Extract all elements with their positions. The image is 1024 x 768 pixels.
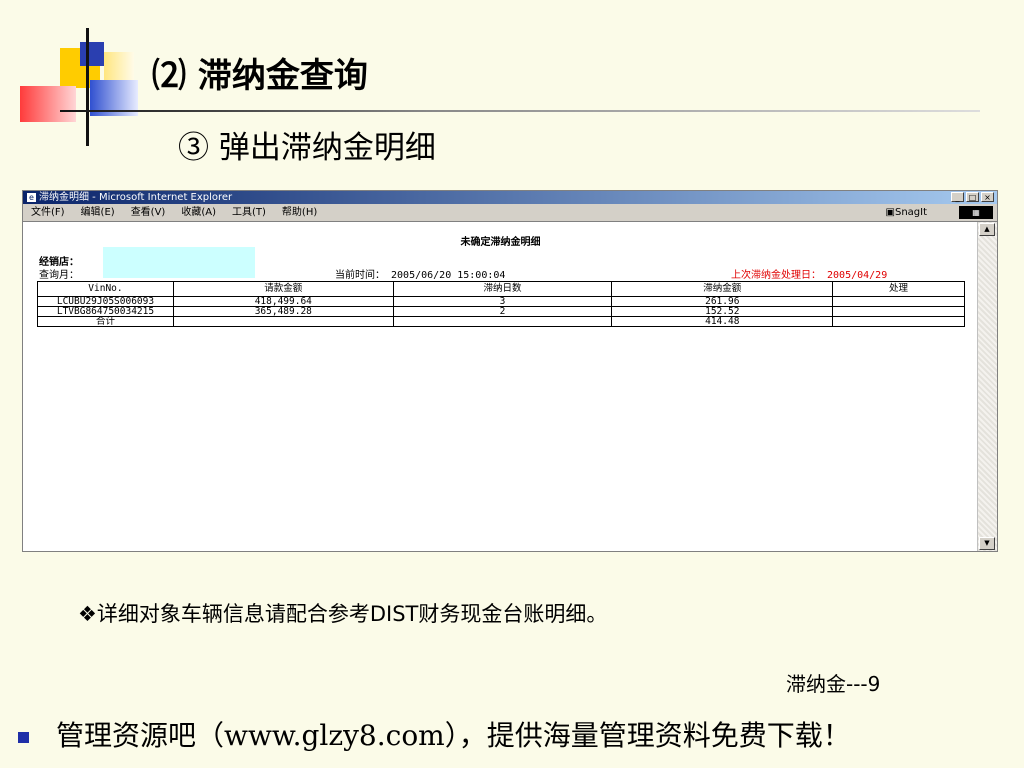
slide-title: ⑵ 滞纳金查询 <box>152 56 368 96</box>
snagit-label: SnagIt <box>894 207 927 218</box>
close-button[interactable]: × <box>981 192 994 202</box>
logo-light-yellow-square <box>104 52 134 82</box>
col-vin: VinNo. <box>37 281 174 297</box>
col-process: 处理 <box>832 281 965 297</box>
vertical-scrollbar[interactable]: ▲ ▼ <box>977 222 997 551</box>
query-month-label: 查询月： <box>39 270 79 281</box>
cell-claim-amount: 365,489.28 <box>172 306 394 317</box>
cell-late-fee: 261.96 <box>611 296 834 307</box>
cell-vin: LTVBG864750034215 <box>37 306 174 317</box>
cell-process <box>832 296 965 307</box>
window-titlebar: e 滞纳金明细 - Microsoft Internet Explorer _ □… <box>23 191 997 204</box>
table-row: LCUBU29J05S006093 418,499.64 3 261.96 <box>37 296 965 307</box>
table-row: LTVBG864750034215 365,489.28 2 152.52 <box>37 306 965 317</box>
bullet-square-icon <box>18 732 29 743</box>
scroll-up-button[interactable]: ▲ <box>979 223 995 236</box>
cell-total-days <box>392 316 613 327</box>
menu-file[interactable]: 文件(F) <box>23 204 73 221</box>
cell-claim-amount: 418,499.64 <box>172 296 394 307</box>
logo-vertical-line <box>86 28 89 146</box>
current-time: 当前时间： 2005/06/20 15:00:04 <box>335 270 506 281</box>
footer-text: 管理资源吧（www.glzy8.com），提供海量管理资料免费下载！ <box>56 719 851 752</box>
menu-help[interactable]: 帮助(H) <box>274 204 325 221</box>
logo-red-square <box>20 86 76 122</box>
menu-bar: 文件(F) 编辑(E) 查看(V) 收藏(A) 工具(T) 帮助(H) ▣Sna… <box>23 204 997 222</box>
page-number: 滞纳金---9 <box>786 672 881 696</box>
table-total-row: 合计 414.48 <box>37 316 965 327</box>
camera-icon: ▣ <box>885 207 895 218</box>
report-title: 未确定滞纳金明细 <box>460 237 541 248</box>
col-late-fee: 滞纳金额 <box>611 281 834 297</box>
windows-logo-icon: ▦ <box>959 206 993 219</box>
menu-edit[interactable]: 编辑(E) <box>73 204 123 221</box>
cell-vin: LCUBU29J05S006093 <box>37 296 174 307</box>
cell-total-claim <box>172 316 394 327</box>
cell-total-fee: 414.48 <box>611 316 834 327</box>
cell-late-days: 3 <box>392 296 613 307</box>
cell-late-fee: 152.52 <box>611 306 834 317</box>
snagit-button[interactable]: ▣SnagIt <box>886 204 927 221</box>
minimize-button[interactable]: _ <box>951 192 964 202</box>
note-text: ❖详细对象车辆信息请配合参考DIST财务现金台账明细。 <box>78 602 608 626</box>
col-claim-amount: 请款金额 <box>172 281 394 297</box>
dealer-field <box>103 247 255 278</box>
cell-late-days: 2 <box>392 306 613 317</box>
ie-window: e 滞纳金明细 - Microsoft Internet Explorer _ □… <box>22 190 998 552</box>
scroll-down-button[interactable]: ▼ <box>979 537 995 550</box>
slide-subtitle: ③ 弹出滞纳金明细 <box>178 130 436 166</box>
detail-table: VinNo. 请款金额 滞纳日数 滞纳金额 处理 LCUBU29J05S0060… <box>37 281 965 327</box>
cell-process <box>832 306 965 317</box>
menu-favorites[interactable]: 收藏(A) <box>173 204 224 221</box>
window-controls: _ □ × <box>951 192 994 202</box>
page-content: 未确定滞纳金明细 经销店： 查询月： 当前时间： 2005/06/20 15:0… <box>23 222 978 551</box>
table-header-row: VinNo. 请款金额 滞纳日数 滞纳金额 处理 <box>37 281 965 297</box>
col-late-days: 滞纳日数 <box>392 281 613 297</box>
window-title: 滞纳金明细 - Microsoft Internet Explorer <box>39 192 233 203</box>
logo-blue-square <box>80 42 104 66</box>
maximize-button[interactable]: □ <box>966 192 979 202</box>
menu-tools[interactable]: 工具(T) <box>224 204 274 221</box>
cell-total-process <box>832 316 965 327</box>
menu-view[interactable]: 查看(V) <box>123 204 174 221</box>
last-process-date: 上次滞纳金处理日： 2005/04/29 <box>731 270 888 281</box>
ie-icon: e <box>27 192 36 202</box>
cell-total-label: 合计 <box>37 316 174 327</box>
title-underline <box>60 110 980 112</box>
